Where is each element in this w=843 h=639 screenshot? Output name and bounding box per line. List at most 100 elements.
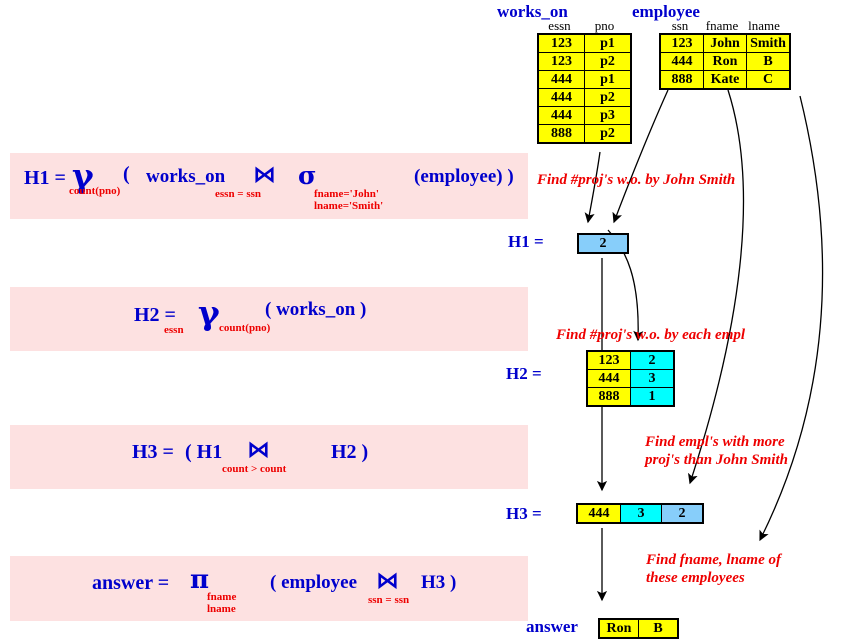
h1-left-relation: works_on: [146, 166, 226, 187]
column-header-ssn: ssn: [671, 18, 689, 33]
cell-lname: Smith: [746, 33, 791, 53]
cell-ssn: 123: [659, 33, 704, 53]
cell-pno: p3: [584, 106, 632, 125]
result-table-answer: Ron B: [598, 618, 679, 639]
h2-group-subscript: essn: [164, 324, 184, 336]
panel-h3: H3 = ( H1 ⋈ count > count H2 ): [10, 425, 528, 489]
works_on-column-headers: essn pno: [537, 18, 627, 34]
table-row: 444 3 2: [576, 503, 704, 524]
h3-close: H2 ): [331, 441, 369, 463]
sigma-icon: σ: [298, 161, 317, 190]
cell-pno: p2: [584, 124, 632, 144]
cell-essn: 888: [537, 124, 585, 144]
h1-gamma-subscript: count(pno): [69, 185, 121, 197]
join-icon: ⋈: [247, 437, 270, 463]
employee-column-headers: ssn fname lname: [659, 18, 785, 34]
cell-essn: 123: [537, 33, 585, 53]
h3-lhs: H3 =: [132, 441, 174, 463]
gamma-icon: γ: [198, 293, 220, 332]
result-label-answer: answer: [526, 617, 578, 636]
cell-essn: 444: [537, 88, 585, 107]
table-row: 888 Kate C: [659, 70, 791, 90]
table-row: 444 3: [586, 369, 675, 388]
cell-count-compare: 2: [661, 503, 704, 524]
table-row: 123 p2: [537, 52, 632, 71]
cell-fname: Ron: [703, 52, 747, 71]
cell-pno: p1: [584, 33, 632, 53]
cell-lname: B: [638, 618, 679, 639]
cell-ssn: 888: [659, 70, 704, 90]
result-table-h2: 123 2 444 3 888 1: [586, 350, 675, 407]
h3-open: ( H1: [185, 441, 223, 463]
works_on-table: 123 p1 123 p2 444 p1 444 p2 444 p3 888 p…: [537, 33, 632, 144]
cell-ssn: 444: [659, 52, 704, 71]
join-icon: ⋈: [253, 162, 276, 188]
cell-count: 2: [577, 233, 629, 254]
table-row: 444 p3: [537, 106, 632, 125]
table-row: 123 John Smith: [659, 33, 791, 53]
result-label-h1: H1 =: [508, 232, 544, 251]
h3-join-subscript: count > count: [222, 463, 287, 475]
table-row: 444 p1: [537, 70, 632, 89]
table-row: 888 1: [586, 387, 675, 407]
result-table-h3: 444 3 2: [576, 503, 704, 524]
h1-sigma-subscript-2: lname='Smith': [314, 200, 384, 212]
table-row: 444 Ron B: [659, 52, 791, 71]
h1-sigma-subscript-1: fname='John': [314, 188, 379, 200]
h1-right-relation: (employee) ): [414, 166, 514, 187]
result-table-h1: 2: [577, 233, 629, 254]
cell-pno: p2: [584, 52, 632, 71]
column-header-lname: lname: [748, 18, 780, 33]
cell-fname: Kate: [703, 70, 747, 90]
cell-essn: 888: [586, 387, 631, 407]
employee-table: 123 John Smith 444 Ron B 888 Kate C: [659, 33, 791, 90]
answer-close: H3 ): [421, 572, 457, 593]
column-header-essn: essn: [548, 18, 571, 33]
answer-open: ( employee: [270, 572, 358, 593]
h1-lhs: H1 =: [24, 167, 66, 189]
cell-essn: 444: [586, 369, 631, 388]
answer-join-subscript: ssn = ssn: [368, 594, 410, 606]
cell-pno: p1: [584, 70, 632, 89]
note-h3-line2: proj's than John Smith: [645, 452, 788, 468]
result-label-h3: H3 =: [506, 504, 542, 523]
cell-essn: 123: [537, 52, 585, 71]
h2-gamma-subscript: count(pno): [219, 322, 271, 334]
cell-fname: John: [703, 33, 747, 53]
join-icon: ⋈: [376, 568, 399, 594]
answer-pi-subscript-1: fname: [207, 591, 237, 603]
cell-count: 3: [620, 503, 662, 524]
cell-essn: 444: [576, 503, 621, 524]
table-row: Ron B: [598, 618, 679, 639]
cell-fname: Ron: [598, 618, 639, 639]
note-h2: Find #proj's w.o. by each empl: [556, 327, 746, 343]
cell-essn: 444: [537, 70, 585, 89]
note-h1: Find #proj's w.o. by John Smith: [537, 172, 736, 188]
table-row: 888 p2: [537, 124, 632, 144]
panel-h1: H1 = γ count(pno) ( works_on ⋈ essn = ss…: [10, 153, 528, 219]
h1-join-subscript: essn = ssn: [215, 188, 262, 200]
cell-count: 3: [630, 369, 675, 388]
answer-lhs: answer =: [92, 572, 170, 594]
result-label-h2: H2 =: [506, 364, 542, 383]
cell-essn: 444: [537, 106, 585, 125]
table-row: 123 p1: [537, 33, 632, 53]
cell-count: 1: [630, 387, 675, 407]
table-row: 123 2: [586, 350, 675, 370]
panel-answer: answer = π fname lname ( employee ⋈ ssn …: [10, 556, 528, 621]
table-row: 2: [577, 233, 629, 254]
table-row: 444 p2: [537, 88, 632, 107]
cell-pno: p2: [584, 88, 632, 107]
column-header-pno: pno: [594, 18, 615, 33]
answer-pi-subscript-2: lname: [207, 603, 236, 615]
note-answer-line2: these employees: [646, 570, 745, 586]
panel-h2: H2 = essn γ count(pno) ( works_on ): [10, 287, 528, 351]
note-answer-line1: Find fname, lname of: [646, 552, 782, 568]
cell-count: 2: [630, 350, 675, 370]
cell-essn: 123: [586, 350, 631, 370]
cell-lname: C: [746, 70, 791, 90]
h2-relation: ( works_on ): [265, 299, 367, 320]
h1-open-paren: (: [123, 163, 130, 185]
note-h3-line1: Find empl's with more: [645, 434, 785, 450]
cell-lname: B: [746, 52, 791, 71]
